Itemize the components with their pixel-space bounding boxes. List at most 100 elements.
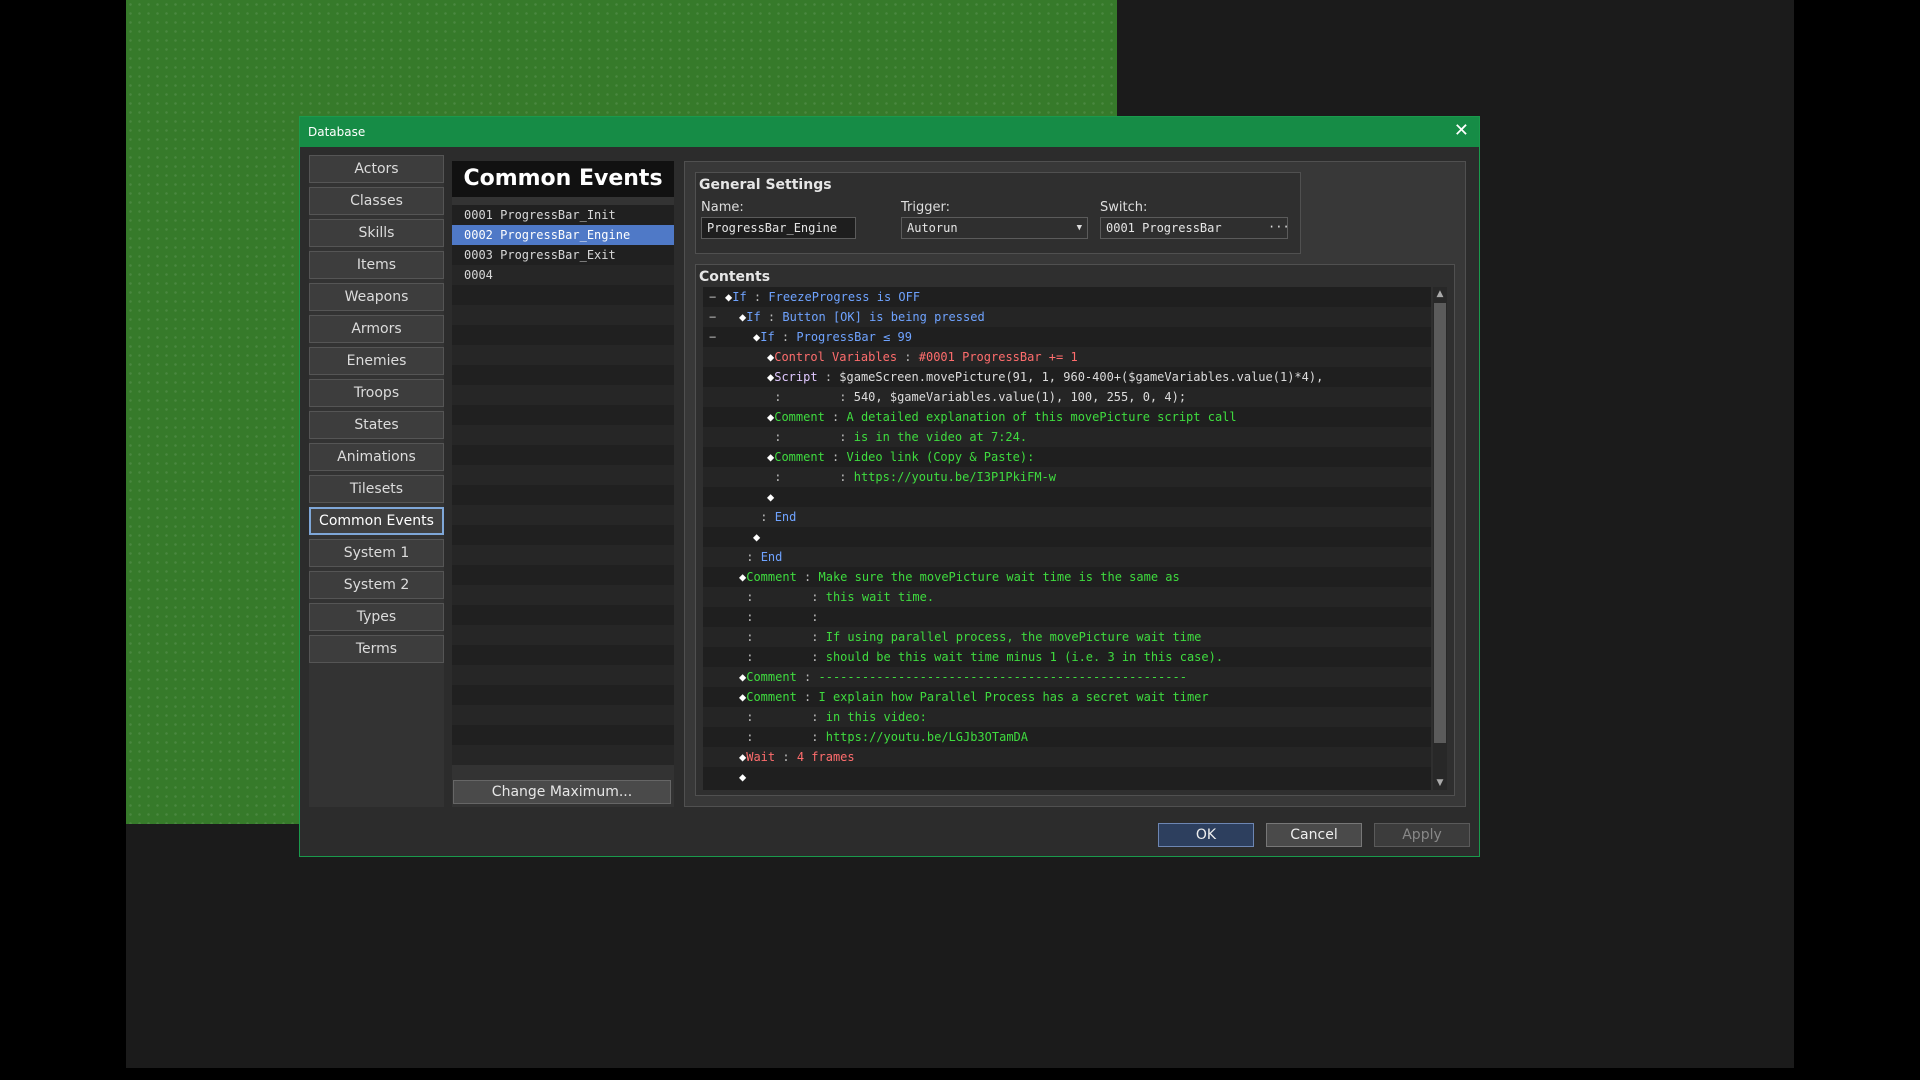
common-event-empty-row[interactable]: [452, 705, 674, 725]
sidebar-item-weapons[interactable]: Weapons: [309, 283, 444, 311]
database-window: Database ✕ Actors Classes Skills Items Weapo…: [299, 116, 1480, 857]
sidebar-item-system-1[interactable]: System 1: [309, 539, 444, 567]
event-command-line[interactable]: ◆: [703, 527, 1431, 547]
scroll-down-icon[interactable]: ▼: [1433, 776, 1447, 790]
common-event-empty-row[interactable]: [452, 525, 674, 545]
change-maximum-button[interactable]: Change Maximum...: [453, 780, 671, 804]
contents-scrollbar[interactable]: ▲ ▼: [1433, 287, 1447, 790]
sidebar-item-states[interactable]: States: [309, 411, 444, 439]
command-text: If: [746, 310, 761, 324]
event-command-list[interactable]: − ◆If : FreezeProgress is OFF − ◆If : Butto…: [703, 287, 1431, 790]
event-command-line[interactable]: : : https://youtu.be/LGJb3OTamDA: [703, 727, 1431, 747]
general-settings-title: General Settings: [699, 177, 832, 193]
sidebar-item-enemies[interactable]: Enemies: [309, 347, 444, 375]
common-event-empty-row[interactable]: [452, 665, 674, 685]
switch-value: 0001 ProgressBar: [1106, 221, 1222, 235]
command-text: :: [746, 290, 769, 304]
common-event-empty-row[interactable]: [452, 645, 674, 665]
trigger-dropdown[interactable]: Autorun ▼: [901, 217, 1088, 239]
common-event-empty-row[interactable]: [452, 745, 674, 765]
sidebar-item-classes[interactable]: Classes: [309, 187, 444, 215]
common-event-empty-row[interactable]: [452, 585, 674, 605]
command-text: If using parallel process, the movePictu…: [825, 630, 1202, 644]
common-event-empty-row[interactable]: [452, 685, 674, 705]
common-event-empty-row[interactable]: [452, 285, 674, 305]
event-command-line[interactable]: ◆Comment : Make sure the movePicture wai…: [703, 567, 1431, 587]
event-command-line[interactable]: ◆: [703, 767, 1431, 787]
event-command-line[interactable]: ◆Comment : A detailed explanation of thi…: [703, 407, 1431, 427]
event-command-line[interactable]: : End: [703, 547, 1431, 567]
common-event-empty-row[interactable]: [452, 505, 674, 525]
switch-select-button[interactable]: ···: [1268, 219, 1290, 237]
common-event-empty-row[interactable]: [452, 725, 674, 745]
command-text: Comment: [774, 450, 825, 464]
common-event-row[interactable]: 0004: [452, 265, 674, 285]
scroll-thumb[interactable]: [1434, 303, 1446, 743]
sidebar-item-actors[interactable]: Actors: [309, 155, 444, 183]
sidebar-item-common-events[interactable]: Common Events: [309, 507, 444, 535]
fold-toggle-icon[interactable]: −: [709, 327, 716, 347]
event-command-line[interactable]: : : this wait time.: [703, 587, 1431, 607]
common-event-empty-row[interactable]: [452, 405, 674, 425]
event-command-line[interactable]: : :: [703, 607, 1431, 627]
command-text: in this video:: [825, 710, 927, 724]
close-icon[interactable]: ✕: [1454, 120, 1469, 141]
apply-button[interactable]: Apply: [1374, 823, 1470, 847]
cancel-button[interactable]: Cancel: [1266, 823, 1362, 847]
common-event-empty-row[interactable]: [452, 465, 674, 485]
common-event-empty-row[interactable]: [452, 325, 674, 345]
command-marker-icon: ◆: [739, 770, 747, 784]
name-field[interactable]: ProgressBar_Engine: [701, 217, 856, 239]
sidebar-item-skills[interactable]: Skills: [309, 219, 444, 247]
ok-button[interactable]: OK: [1158, 823, 1254, 847]
common-event-empty-row[interactable]: [452, 385, 674, 405]
common-event-empty-row[interactable]: [452, 625, 674, 645]
event-command-line[interactable]: ◆: [703, 487, 1431, 507]
event-command-line[interactable]: − ◆If : Button [OK] is being pressed: [703, 307, 1431, 327]
event-command-line[interactable]: − ◆If : FreezeProgress is OFF: [703, 287, 1431, 307]
sidebar-item-terms[interactable]: Terms: [309, 635, 444, 663]
common-event-empty-row[interactable]: [452, 305, 674, 325]
common-event-empty-row[interactable]: [452, 445, 674, 465]
event-command-line[interactable]: : : 540, $gameVariables.value(1), 100, 2…: [703, 387, 1431, 407]
command-text: Comment: [746, 690, 797, 704]
sidebar-item-items[interactable]: Items: [309, 251, 444, 279]
event-command-line[interactable]: − ◆If : ProgressBar ≤ 99: [703, 327, 1431, 347]
event-command-line[interactable]: : : is in the video at 7:24.: [703, 427, 1431, 447]
event-command-line[interactable]: ◆Comment : I explain how Parallel Proces…: [703, 687, 1431, 707]
event-command-line[interactable]: : End: [703, 507, 1431, 527]
event-command-line[interactable]: ◆Wait : 4 frames: [703, 747, 1431, 767]
event-command-line[interactable]: : : If using parallel process, the moveP…: [703, 627, 1431, 647]
event-command-line[interactable]: : : https://youtu.be/I3P1PkiFM-w: [703, 467, 1431, 487]
common-event-empty-row[interactable]: [452, 345, 674, 365]
common-event-row[interactable]: 0001 ProgressBar_Init: [452, 205, 674, 225]
event-command-line[interactable]: : : in this video:: [703, 707, 1431, 727]
common-event-empty-row[interactable]: [452, 545, 674, 565]
command-text: :: [897, 350, 919, 364]
event-command-line[interactable]: ◆Script : $gameScreen.movePicture(91, 1,…: [703, 367, 1431, 387]
common-event-empty-row[interactable]: [452, 365, 674, 385]
switch-field[interactable]: 0001 ProgressBar ···: [1100, 217, 1290, 239]
common-event-row[interactable]: 0003 ProgressBar_Exit: [452, 245, 674, 265]
fold-toggle-icon[interactable]: −: [709, 287, 716, 307]
sidebar-item-system-2[interactable]: System 2: [309, 571, 444, 599]
common-event-empty-row[interactable]: [452, 485, 674, 505]
common-event-empty-row[interactable]: [452, 425, 674, 445]
scroll-up-icon[interactable]: ▲: [1433, 287, 1447, 301]
command-text: : :: [774, 430, 854, 444]
event-command-line[interactable]: ◆Comment : -----------------------------…: [703, 667, 1431, 687]
fold-toggle-icon[interactable]: −: [709, 307, 716, 327]
event-command-line[interactable]: : : should be this wait time minus 1 (i.…: [703, 647, 1431, 667]
sidebar-item-tilesets[interactable]: Tilesets: [309, 475, 444, 503]
common-event-empty-row[interactable]: [452, 565, 674, 585]
common-event-empty-row[interactable]: [452, 605, 674, 625]
sidebar-item-troops[interactable]: Troops: [309, 379, 444, 407]
common-event-row[interactable]: 0002 ProgressBar_Engine: [452, 225, 674, 245]
sidebar-item-armors[interactable]: Armors: [309, 315, 444, 343]
event-command-line[interactable]: ◆Comment : Video link (Copy & Paste):: [703, 447, 1431, 467]
sidebar-item-types[interactable]: Types: [309, 603, 444, 631]
common-events-list[interactable]: 0001 ProgressBar_Init 0002 ProgressBar_En…: [452, 205, 674, 765]
command-text: FreezeProgress is OFF: [768, 290, 921, 304]
event-command-line[interactable]: ◆Control Variables : #0001 ProgressBar +…: [703, 347, 1431, 367]
sidebar-item-animations[interactable]: Animations: [309, 443, 444, 471]
